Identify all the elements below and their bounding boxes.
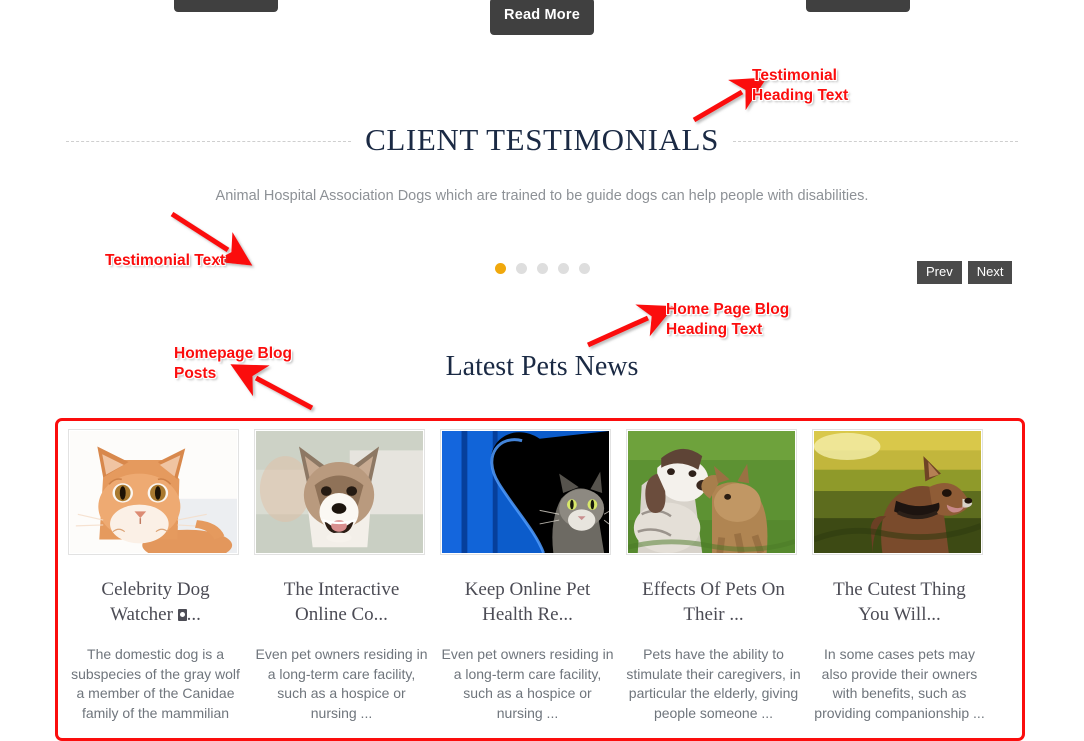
annotation-testimonial-text: Testimonial Text xyxy=(105,251,225,271)
brown-dog-in-field-image xyxy=(814,431,981,553)
blog-posts-container: Celebrity Dog Watcher ... The domestic d… xyxy=(55,418,1025,741)
arrow-testimonial-text xyxy=(170,211,253,266)
blog-post-title-line2: Online Co... xyxy=(295,604,388,625)
page-title: CLIENT TESTIMONIALS xyxy=(365,122,719,157)
blog-post-title-ellipsis: ... xyxy=(186,604,201,625)
blog-post-title-line1: The Cutest Thing xyxy=(833,579,966,600)
corgi-dog-smiling-image xyxy=(256,431,423,553)
carousel-dot-1[interactable] xyxy=(494,263,506,274)
carousel-dot-4[interactable] xyxy=(557,263,569,274)
blog-post-title-line1: The Interactive xyxy=(283,579,400,600)
blog-post-card[interactable]: Celebrity Dog Watcher ... The domestic d… xyxy=(68,429,243,738)
blog-post-excerpt: Pets have the ability to stimulate their… xyxy=(626,646,801,721)
blog-post-title[interactable]: The Interactive Online Co... xyxy=(254,577,429,627)
blog-post-thumbnail[interactable] xyxy=(440,429,611,555)
annotation-line-2: Heading Text xyxy=(666,321,763,338)
arrow-testimonial-heading xyxy=(692,77,768,123)
prev-button[interactable]: Prev xyxy=(917,261,962,284)
blog-post-excerpt: The domestic dog is a subspecies of the … xyxy=(71,646,240,721)
blog-post-card[interactable]: Keep Online Pet Health Re... Even pet ow… xyxy=(440,429,615,738)
carousel-nav: Prev Next xyxy=(917,261,1013,284)
annotation-line-1: Testimonial Text xyxy=(105,252,226,269)
blog-post-card[interactable]: Effects Of Pets On Their ... Pets have t… xyxy=(626,429,801,738)
blog-post-thumbnail[interactable] xyxy=(68,429,239,555)
orange-tabby-cat-image xyxy=(70,431,237,553)
arrow-blog-heading xyxy=(586,304,675,348)
top-button-strip: Read More xyxy=(0,0,1084,40)
carousel-dot-5[interactable] xyxy=(578,263,590,274)
next-button[interactable]: Next xyxy=(967,261,1013,284)
blog-post-title-line2: Watcher xyxy=(110,604,178,625)
blog-post-excerpt: Even pet owners residing in a long-term … xyxy=(255,646,428,721)
blog-post-thumbnail[interactable] xyxy=(812,429,983,555)
blog-post-title-line1: Keep Online Pet xyxy=(464,579,591,600)
testimonial-text: Animal Hospital Association Dogs which a… xyxy=(215,188,869,204)
blog-posts-row: Celebrity Dog Watcher ... The domestic d… xyxy=(58,421,1022,738)
divider-right xyxy=(732,140,1019,142)
testimonials-heading-row: CLIENT TESTIMONIALS xyxy=(0,118,1084,162)
blog-post-title[interactable]: The Cutest Thing You Will... xyxy=(812,577,987,627)
blog-post-title[interactable]: Keep Online Pet Health Re... xyxy=(440,577,615,627)
annotation-line-1: Home Page Blog xyxy=(666,301,790,318)
blog-post-title[interactable]: Effects Of Pets On Their ... xyxy=(626,577,801,627)
blog-post-title-line2: Their ... xyxy=(683,604,744,625)
blog-post-excerpt: In some cases pets may also provide thei… xyxy=(814,646,985,721)
annotation-line-2: Heading Text xyxy=(752,87,849,104)
annotation-testimonial-heading-text: Testimonial Heading Text xyxy=(752,66,848,106)
blog-post-title-line2: You Will... xyxy=(858,604,941,625)
carousel-dot-2[interactable] xyxy=(515,263,527,274)
divider-left xyxy=(66,140,352,142)
pointer-dog-with-fawn-image xyxy=(628,431,795,553)
missing-glyph-icon xyxy=(177,609,187,621)
blog-post-title-line1: Effects Of Pets On xyxy=(642,579,785,600)
right-cta-button[interactable] xyxy=(806,0,910,12)
blog-post-card[interactable]: The Interactive Online Co... Even pet ow… xyxy=(254,429,429,738)
blog-post-title[interactable]: Celebrity Dog Watcher ... xyxy=(68,577,243,627)
left-cta-button[interactable] xyxy=(174,0,278,12)
blog-post-thumbnail[interactable] xyxy=(626,429,797,555)
annotation-line-1: Homepage Blog xyxy=(174,345,292,362)
blog-post-title-line2: Health Re... xyxy=(482,604,573,625)
blog-post-card[interactable]: The Cutest Thing You Will... In some cas… xyxy=(812,429,987,738)
annotation-home-page-blog-heading: Home Page Blog Heading Text xyxy=(666,300,789,340)
read-more-button[interactable]: Read More xyxy=(490,0,594,35)
annotation-line-2: Posts xyxy=(174,365,217,382)
blog-post-excerpt: Even pet owners residing in a long-term … xyxy=(441,646,614,721)
annotation-homepage-blog-posts: Homepage Blog Posts xyxy=(174,344,292,384)
carousel-dot-3[interactable] xyxy=(536,263,548,274)
annotation-line-1: Testimonial xyxy=(752,67,837,84)
blog-post-thumbnail[interactable] xyxy=(254,429,425,555)
blog-post-title-line1: Celebrity Dog xyxy=(101,579,210,600)
cat-in-blue-heart-door-image xyxy=(442,431,609,553)
blog-heading: Latest Pets News xyxy=(445,351,639,382)
